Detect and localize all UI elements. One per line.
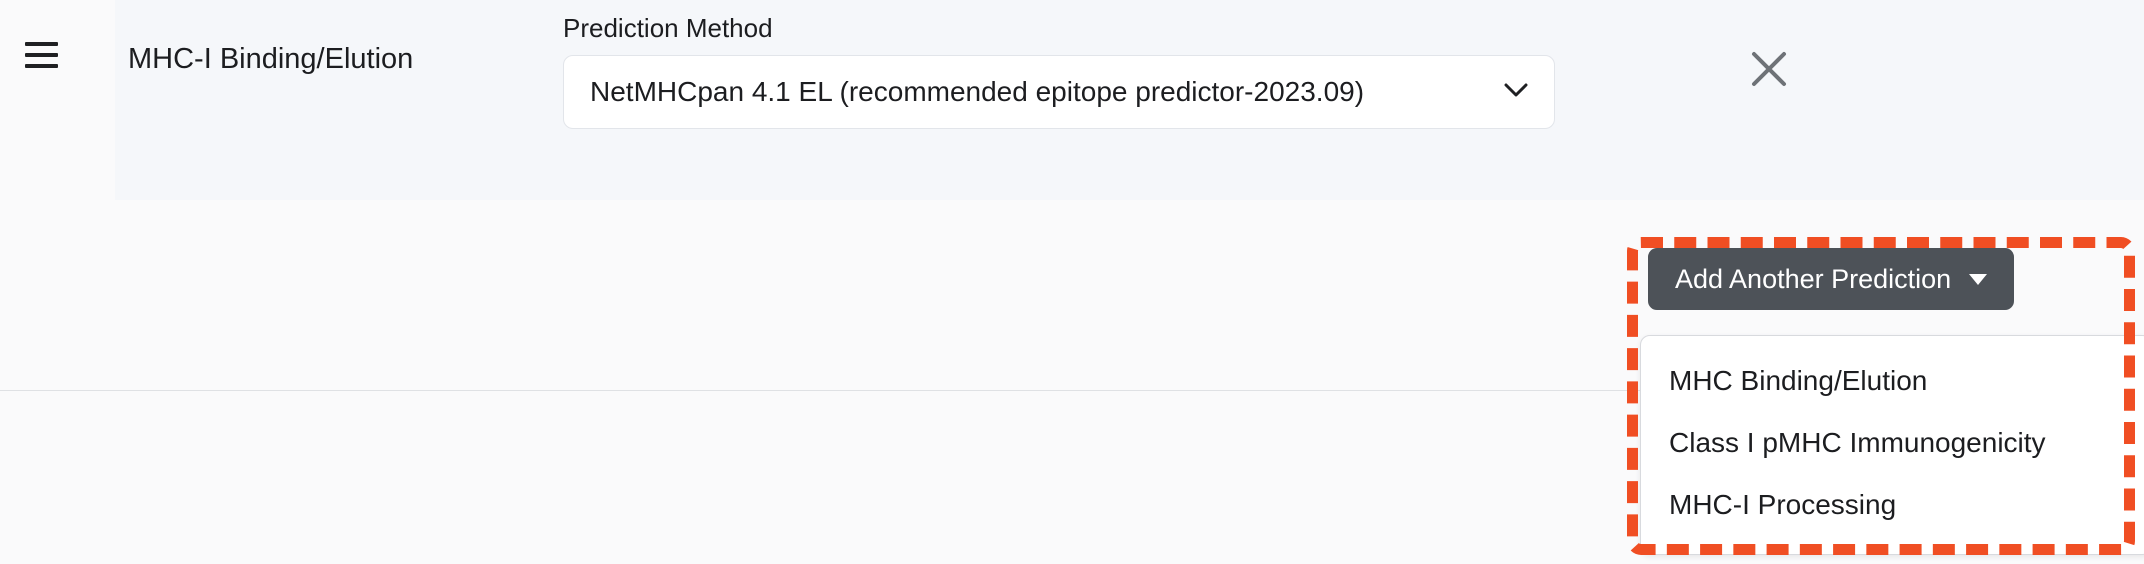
menu-item-mhc-binding-elution[interactable]: MHC Binding/Elution <box>1641 350 2144 412</box>
menu-item-mhc-i-processing[interactable]: MHC-I Processing <box>1641 474 2144 536</box>
add-prediction-menu: MHC Binding/Elution Class I pMHC Immunog… <box>1640 335 2144 555</box>
prediction-method-select[interactable]: NetMHCpan 4.1 EL (recommended epitope pr… <box>563 55 1555 129</box>
chevron-down-icon <box>1504 82 1528 98</box>
hamburger-bar <box>25 42 58 46</box>
hamburger-bar <box>25 53 58 57</box>
prediction-method-label: Prediction Method <box>563 13 773 43</box>
prediction-method-field: Prediction Method NetMHCpan 4.1 EL (reco… <box>563 12 1555 129</box>
hamburger-bar <box>25 64 58 68</box>
add-another-prediction-label: Add Another Prediction <box>1675 263 1952 294</box>
close-icon[interactable] <box>1740 35 1798 93</box>
add-another-prediction-button[interactable]: Add Another Prediction <box>1648 248 2015 310</box>
menu-item-class-i-pmhc-immunogenicity[interactable]: Class I pMHC Immunogenicity <box>1641 412 2144 474</box>
hamburger-icon[interactable] <box>22 36 62 76</box>
panel-title: MHC-I Binding/Elution <box>128 43 414 75</box>
prediction-method-value: NetMHCpan 4.1 EL (recommended epitope pr… <box>590 76 1365 107</box>
page-root: MHC-I Binding/Elution Prediction Method … <box>0 0 2144 564</box>
caret-down-icon <box>1969 273 1988 285</box>
add-prediction-dropdown: Add Another Prediction MHC Binding/Eluti… <box>1640 248 2144 555</box>
